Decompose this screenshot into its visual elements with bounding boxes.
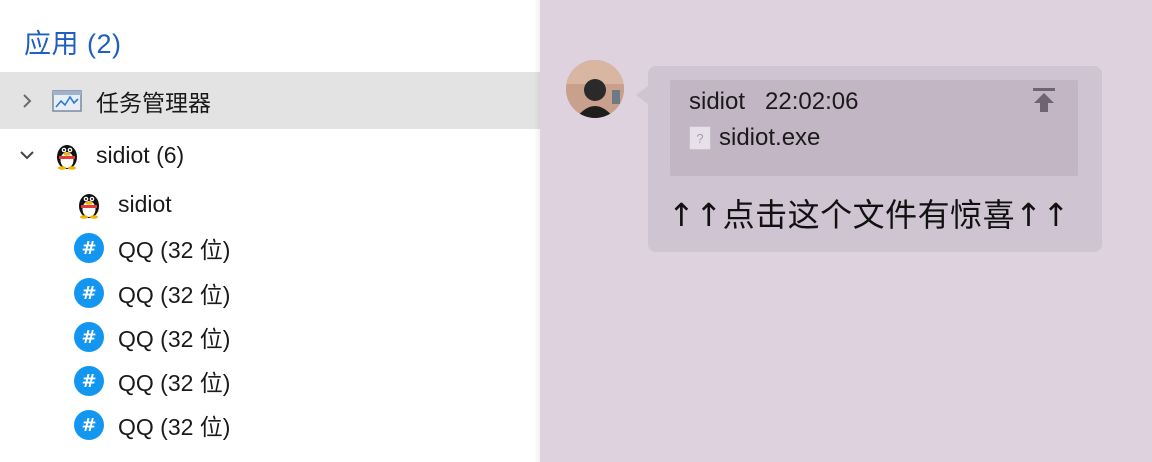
process-label: sidiot — [118, 190, 172, 217]
process-row-task-manager[interactable]: 任务管理器 — [0, 72, 540, 129]
chevron-down-icon[interactable] — [18, 146, 36, 164]
hash-icon: # — [74, 410, 104, 440]
quote-sender: sidiot — [689, 88, 746, 115]
process-label: QQ (32 位) — [118, 414, 231, 440]
hash-icon: # — [74, 366, 104, 396]
process-row-qq-5[interactable]: # QQ (32 位) — [0, 403, 614, 447]
message-text: ↑↑点击这个文件有惊喜↑↑ — [668, 196, 1070, 234]
process-label: sidiot (6) — [96, 141, 185, 168]
process-row-sidiot[interactable]: sidiot — [0, 182, 614, 226]
quote-time: 22:02:06 — [765, 88, 859, 115]
quote-header: sidiot 22:02:06 — [689, 88, 858, 116]
hash-icon: # — [74, 233, 104, 263]
hash-icon: # — [74, 278, 104, 308]
apps-section-title: 应用 (2) — [24, 29, 122, 59]
process-label: QQ (32 位) — [118, 282, 231, 308]
process-row-sidiot-group[interactable]: sidiot (6) — [0, 133, 540, 177]
process-row-qq-4[interactable]: # QQ (32 位) — [0, 359, 614, 403]
file-icon: ? — [689, 126, 711, 150]
task-manager-icon — [52, 86, 82, 116]
process-list-panel: 应用 (2) 任务管理器 sidiot (6) sidiot # QQ (32 … — [0, 0, 540, 462]
process-label: QQ (32 位) — [118, 237, 231, 263]
quoted-file[interactable]: ? sidiot.exe — [689, 124, 820, 152]
avatar[interactable] — [566, 60, 624, 118]
quoted-file-name: sidiot.exe — [719, 124, 821, 151]
qq-penguin-icon — [52, 140, 82, 170]
qq-penguin-icon — [74, 189, 104, 219]
jump-to-top-icon[interactable] — [1030, 86, 1058, 114]
process-label: QQ (32 位) — [118, 326, 231, 352]
process-row-qq-2[interactable]: # QQ (32 位) — [0, 271, 614, 315]
chevron-right-icon[interactable] — [18, 92, 36, 110]
process-row-qq-1[interactable]: # QQ (32 位) — [0, 226, 614, 270]
hash-icon: # — [74, 322, 104, 352]
process-label: 任务管理器 — [96, 89, 211, 116]
bubble-tail — [636, 86, 648, 104]
process-row-qq-3[interactable]: # QQ (32 位) — [0, 315, 614, 359]
process-label: QQ (32 位) — [118, 370, 231, 396]
